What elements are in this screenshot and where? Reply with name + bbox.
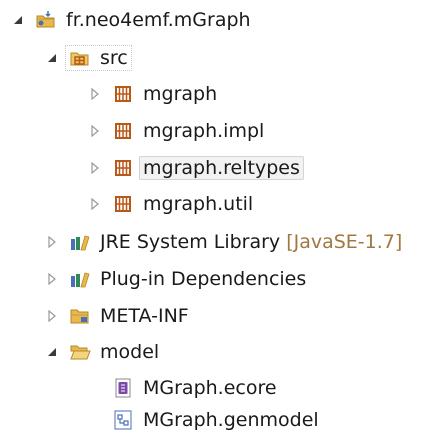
tree-row-model-folder[interactable]: model [45, 334, 159, 370]
tree-row-project[interactable]: fr.neo4emf.mGraph [11, 2, 251, 38]
ecore-file-icon [112, 377, 134, 399]
library-icon [69, 231, 91, 253]
tree-row-package[interactable]: mgraph.util [88, 186, 253, 222]
project-explorer-tree: fr.neo4emf.mGraph src mgraph mgraph.impl… [0, 0, 443, 431]
collapsed-arrow-icon[interactable] [88, 161, 102, 175]
expanded-arrow-icon[interactable] [11, 13, 25, 27]
collapsed-arrow-icon[interactable] [45, 309, 59, 323]
package-icon [112, 83, 134, 105]
project-label: fr.neo4emf.mGraph [66, 9, 251, 31]
expanded-arrow-icon[interactable] [45, 51, 59, 65]
open-folder-icon [69, 341, 91, 363]
source-folder-icon [69, 47, 91, 69]
tree-row-package[interactable]: mgraph [88, 76, 217, 112]
collapsed-arrow-icon[interactable] [88, 197, 102, 211]
tree-row-plugin-dependencies[interactable]: Plug-in Dependencies [45, 261, 306, 297]
java-project-icon [35, 9, 57, 31]
package-icon [112, 120, 134, 142]
genmodel-file-icon [112, 409, 134, 431]
tree-row-jre-library[interactable]: JRE System Library [JavaSE-1.7] [45, 224, 402, 260]
library-icon [69, 268, 91, 290]
jre-version-decoration: [JavaSE-1.7] [286, 231, 403, 253]
expanded-arrow-icon[interactable] [45, 345, 59, 359]
src-focus-box[interactable]: src [65, 45, 132, 71]
meta-inf-label: META-INF [100, 305, 189, 327]
tree-row-package[interactable]: mgraph.impl [88, 113, 264, 149]
collapsed-arrow-icon[interactable] [45, 272, 59, 286]
plugin-dependencies-label: Plug-in Dependencies [100, 268, 307, 290]
package-label: mgraph.util [143, 193, 254, 215]
package-label: mgraph.reltypes [139, 156, 304, 180]
collapsed-arrow-icon[interactable] [88, 124, 102, 138]
collapsed-arrow-icon[interactable] [45, 235, 59, 249]
tree-row-package-selected[interactable]: mgraph.reltypes [88, 150, 304, 186]
collapsed-arrow-icon[interactable] [88, 87, 102, 101]
package-label: mgraph.impl [143, 120, 265, 142]
tree-row-meta-inf[interactable]: META-INF [45, 298, 189, 334]
model-folder-label: model [100, 341, 160, 363]
genmodel-file-label: MGraph.genmodel [143, 409, 319, 431]
ecore-file-label: MGraph.ecore [143, 377, 277, 399]
folder-icon [69, 305, 91, 327]
tree-row-genmodel-file[interactable]: MGraph.genmodel [112, 402, 319, 438]
package-icon [112, 193, 134, 215]
jre-label: JRE System Library [100, 231, 281, 253]
tree-row-src[interactable]: src [45, 40, 132, 76]
src-label: src [100, 47, 128, 69]
package-label: mgraph [143, 83, 218, 105]
package-icon [112, 157, 134, 179]
tree-row-ecore-file[interactable]: MGraph.ecore [112, 370, 277, 406]
